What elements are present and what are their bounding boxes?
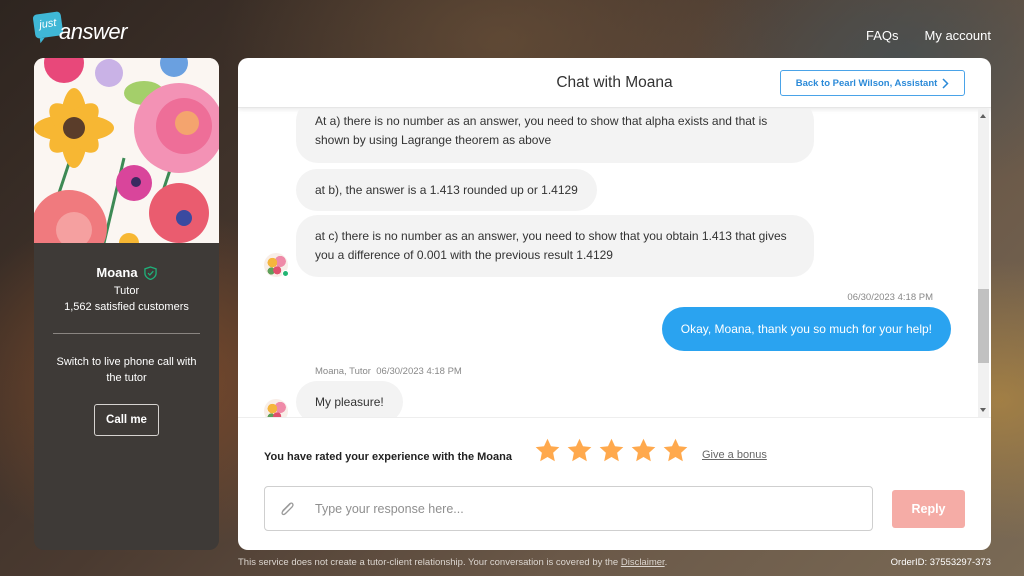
- disclaimer-end: .: [664, 557, 668, 568]
- star-rating[interactable]: [534, 437, 689, 464]
- message-text: My pleasure!: [315, 395, 384, 409]
- response-input[interactable]: [315, 487, 860, 530]
- back-button-label: Back to Pearl Wilson, Assistant: [795, 77, 938, 89]
- logo-wordmark: answer: [59, 19, 127, 44]
- expert-profile-card: Moana Tutor 1,562 satisfied customers Sw…: [34, 58, 219, 550]
- star-icon[interactable]: [662, 437, 689, 464]
- chat-panel: Chat with Moana Back to Pearl Wilson, As…: [238, 58, 991, 550]
- expert-message: My pleasure!: [296, 381, 403, 417]
- switch-to-phone-text: Switch to live phone call with the tutor: [56, 356, 197, 384]
- expert-avatar: [264, 399, 288, 417]
- scroll-up-arrow-icon[interactable]: [980, 114, 986, 118]
- message-text: At a) there is no number as an answer, y…: [315, 114, 768, 147]
- star-icon[interactable]: [630, 437, 657, 464]
- call-me-button[interactable]: Call me: [94, 404, 159, 436]
- scrollbar-thumb[interactable]: [978, 289, 989, 363]
- expert-photo: [34, 58, 219, 243]
- disclaimer-link[interactable]: Disclaimer: [621, 557, 665, 568]
- expert-message: at b), the answer is a 1.413 rounded up …: [296, 169, 597, 211]
- user-message: Okay, Moana, thank you so much for your …: [661, 307, 951, 351]
- divider: [53, 333, 200, 334]
- chevron-right-icon: [942, 77, 949, 89]
- message-timestamp: 06/30/2023 4:18 PM: [847, 292, 933, 303]
- order-id: OrderID: 37553297-373: [890, 557, 991, 568]
- chat-footer: You have rated your experience with the …: [238, 417, 991, 550]
- expert-role: Tutor: [113, 285, 140, 297]
- message-sender: Moana, Tutor: [315, 366, 371, 377]
- message-text: at c) there is no number as an answer, y…: [315, 229, 787, 262]
- expert-message: at c) there is no number as an answer, y…: [296, 215, 814, 277]
- expert-message: At a) there is no number as an answer, y…: [296, 109, 814, 163]
- give-bonus-link[interactable]: Give a bonus: [702, 449, 767, 461]
- online-status-icon: [282, 270, 289, 277]
- expert-customers-count: 1,562 satisfied customers: [64, 301, 189, 313]
- expert-name-row: Moana: [34, 265, 219, 280]
- chat-messages[interactable]: At a) there is no number as an answer, y…: [238, 109, 991, 417]
- star-icon[interactable]: [534, 437, 561, 464]
- chat-header: Chat with Moana Back to Pearl Wilson, As…: [238, 58, 991, 108]
- floral-photo: [34, 58, 219, 243]
- paperclip-icon[interactable]: [277, 499, 297, 519]
- reply-button[interactable]: Reply: [892, 490, 965, 528]
- nav-my-account[interactable]: My account: [925, 28, 991, 43]
- nav-faqs[interactable]: FAQs: [866, 28, 899, 43]
- scroll-down-arrow-icon[interactable]: [980, 408, 986, 412]
- top-nav: FAQs My account: [866, 28, 991, 43]
- disclaimer-body: This service does not create a tutor-cli…: [238, 557, 621, 568]
- star-icon[interactable]: [598, 437, 625, 464]
- message-meta: Moana, Tutor 06/30/2023 4:18 PM: [315, 366, 462, 377]
- star-icon[interactable]: [566, 437, 593, 464]
- disclaimer-text: This service does not create a tutor-cli…: [238, 557, 667, 568]
- back-to-assistant-button[interactable]: Back to Pearl Wilson, Assistant: [780, 70, 965, 96]
- justanswer-logo[interactable]: just answer: [32, 11, 134, 45]
- message-timestamp: 06/30/2023 4:18 PM: [376, 366, 462, 377]
- rating-label: You have rated your experience with the …: [264, 451, 512, 463]
- verified-shield-icon: [143, 265, 157, 280]
- response-input-box[interactable]: [264, 486, 873, 531]
- chat-scrollbar[interactable]: [978, 109, 989, 417]
- message-text: at b), the answer is a 1.413 rounded up …: [315, 183, 578, 197]
- expert-name: Moana: [96, 265, 138, 280]
- message-text: Okay, Moana, thank you so much for your …: [680, 322, 932, 336]
